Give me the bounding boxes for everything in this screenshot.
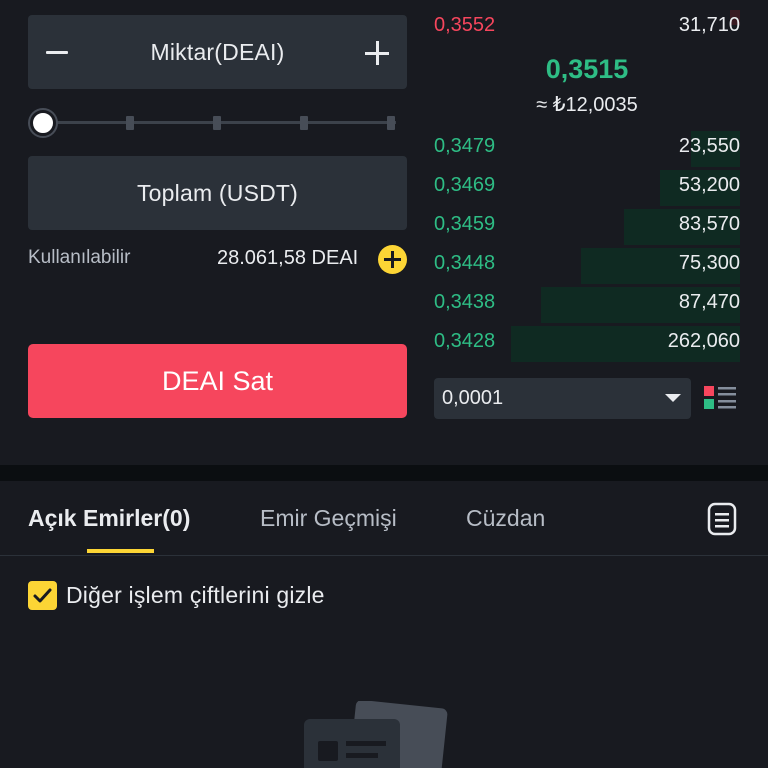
precision-select[interactable]: 0,0001 xyxy=(434,378,691,419)
bid-row[interactable]: 0,3438 87,470 xyxy=(434,287,740,323)
tab-open-orders[interactable]: Açık Emirler(0) xyxy=(28,505,190,532)
caret-down-icon xyxy=(665,394,681,402)
slider-knob[interactable] xyxy=(30,110,56,136)
tabs-divider xyxy=(0,555,768,556)
hide-other-pairs-label: Diğer işlem çiftlerini gizle xyxy=(66,582,325,608)
bid-price: 0,3479 xyxy=(434,135,496,157)
section-divider xyxy=(0,465,768,481)
document-icon[interactable] xyxy=(707,502,737,536)
trade-panel: Miktar(DEAI) Toplam (USDT) Kullanılabili… xyxy=(0,0,768,465)
bid-price: 0,3459 xyxy=(434,213,496,235)
tab-wallet[interactable]: Cüzdan xyxy=(466,505,545,532)
plus-icon[interactable] xyxy=(365,41,389,65)
total-input[interactable]: Toplam (USDT) xyxy=(28,156,407,230)
sell-button[interactable]: DEAI Sat xyxy=(28,344,407,418)
available-label: Kullanılabilir xyxy=(28,247,131,268)
bid-price: 0,3469 xyxy=(434,174,496,196)
bid-amount: 23,550 xyxy=(678,135,740,157)
bid-amount: 87,470 xyxy=(678,291,740,313)
bid-row[interactable]: 0,3448 75,300 xyxy=(434,248,740,284)
tab-order-history[interactable]: Emir Geçmişi xyxy=(260,505,397,532)
slider-tick-25[interactable] xyxy=(126,116,134,130)
add-circle-icon[interactable] xyxy=(378,245,407,274)
hide-other-pairs-checkbox[interactable] xyxy=(28,581,57,610)
orders-panel: Açık Emirler(0) Emir Geçmişi Cüzdan Diğe… xyxy=(0,481,768,768)
quantity-input[interactable]: Miktar(DEAI) xyxy=(28,15,407,89)
empty-orders-illustration xyxy=(304,701,448,768)
ask-price: 0,3552 xyxy=(434,14,496,36)
slider-tick-100[interactable] xyxy=(387,116,395,130)
bid-amount: 83,570 xyxy=(678,213,740,235)
bid-amount: 53,200 xyxy=(678,174,740,196)
total-placeholder: Toplam (USDT) xyxy=(136,179,299,206)
bid-amount: 262,060 xyxy=(667,330,740,352)
quantity-placeholder: Miktar(DEAI) xyxy=(150,38,285,65)
orderbook-layout-icon[interactable] xyxy=(704,385,736,411)
bid-amount: 75,300 xyxy=(678,252,740,274)
ask-row[interactable]: 0,3552 31,710 xyxy=(434,10,740,40)
precision-value: 0,0001 xyxy=(442,387,504,409)
bid-row[interactable]: 0,3479 23,550 xyxy=(434,131,740,167)
bid-price: 0,3438 xyxy=(434,291,496,313)
slider-tick-50[interactable] xyxy=(213,116,221,130)
active-tab-indicator xyxy=(87,549,154,553)
available-value: 28.061,58 DEAI xyxy=(217,247,359,269)
last-price: 0,3515 xyxy=(545,54,629,84)
bid-price: 0,3428 xyxy=(434,330,496,352)
bid-price: 0,3448 xyxy=(434,252,496,274)
checkmark-icon xyxy=(33,588,52,603)
slider-tick-75[interactable] xyxy=(300,116,308,130)
amount-slider[interactable] xyxy=(30,110,400,136)
ask-amount: 31,710 xyxy=(678,14,740,36)
bid-row[interactable]: 0,3428 262,060 xyxy=(434,326,740,362)
last-price-fiat: ≈ ₺12,0035 xyxy=(536,94,638,116)
bid-row[interactable]: 0,3469 53,200 xyxy=(434,170,740,206)
bid-row[interactable]: 0,3459 83,570 xyxy=(434,209,740,245)
